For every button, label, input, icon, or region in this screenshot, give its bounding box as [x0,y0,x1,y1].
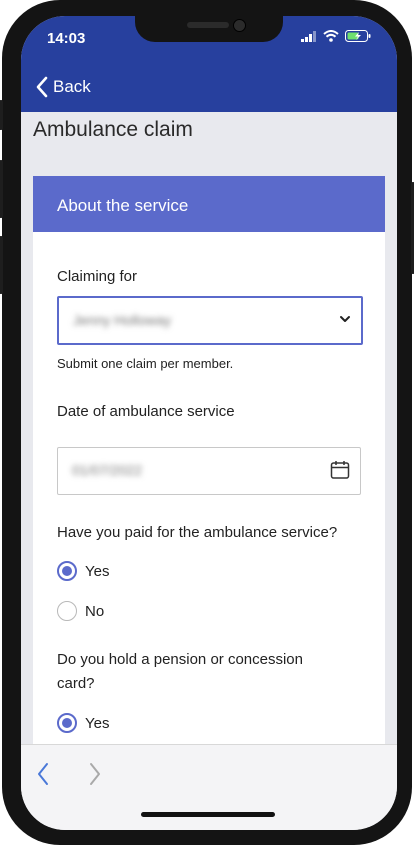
paid-question: Have you paid for the ambulance service? [57,524,338,541]
wifi-icon [323,30,339,42]
paid-yes-radio[interactable] [57,561,77,581]
paid-option-no[interactable]: No [57,601,104,621]
speaker [187,22,229,28]
section-title: About the service [57,196,189,215]
mute-switch [0,100,3,130]
notch [135,16,283,42]
chevron-left-icon[interactable] [35,761,51,787]
volume-up-button [0,160,3,218]
date-label: Date of ambulance service [57,403,235,420]
chevron-down-icon [340,316,350,322]
chevron-left-icon [36,76,48,98]
claiming-for-label: Claiming for [57,268,138,285]
pension-yes-label: Yes [85,714,110,732]
form-card: Claiming for Jenny Holloway Submit one c… [33,232,385,772]
date-input[interactable]: 01/07/2022 [57,447,361,495]
phone-frame: 14:03 Back Ambulance claim About the ser… [0,0,414,845]
back-label: Back [53,77,91,96]
calendar-icon[interactable] [330,460,350,480]
status-time: 14:03 [47,30,86,47]
camera [233,19,246,32]
back-button[interactable]: Back [35,76,91,98]
paid-no-label: No [85,602,105,620]
pension-question-line1: Do you hold a pension or concession [57,651,303,668]
section-header: About the service [33,176,385,232]
bottom-toolbar [21,744,397,830]
pension-option-yes[interactable]: Yes [57,713,109,733]
volume-down-button [0,236,3,294]
page-title: Ambulance claim [33,118,193,141]
paid-yes-label: Yes [85,562,110,580]
pension-question-line2: card? [57,675,95,692]
status-icons [301,30,371,42]
pension-yes-radio[interactable] [57,713,77,733]
paid-option-yes[interactable]: Yes [57,561,109,581]
signal-icon [301,30,316,42]
screen: 14:03 Back Ambulance claim About the ser… [21,16,397,830]
claiming-for-value: Jenny Holloway [73,312,172,328]
paid-no-radio[interactable] [57,601,77,621]
title-area: Ambulance claim [21,112,397,174]
home-indicator [141,812,275,817]
claiming-for-select[interactable]: Jenny Holloway [57,296,363,345]
chevron-right-icon[interactable] [87,761,103,787]
date-value: 01/07/2022 [72,462,143,478]
claiming-for-hint: Submit one claim per member. [57,356,234,371]
battery-icon [345,30,371,42]
